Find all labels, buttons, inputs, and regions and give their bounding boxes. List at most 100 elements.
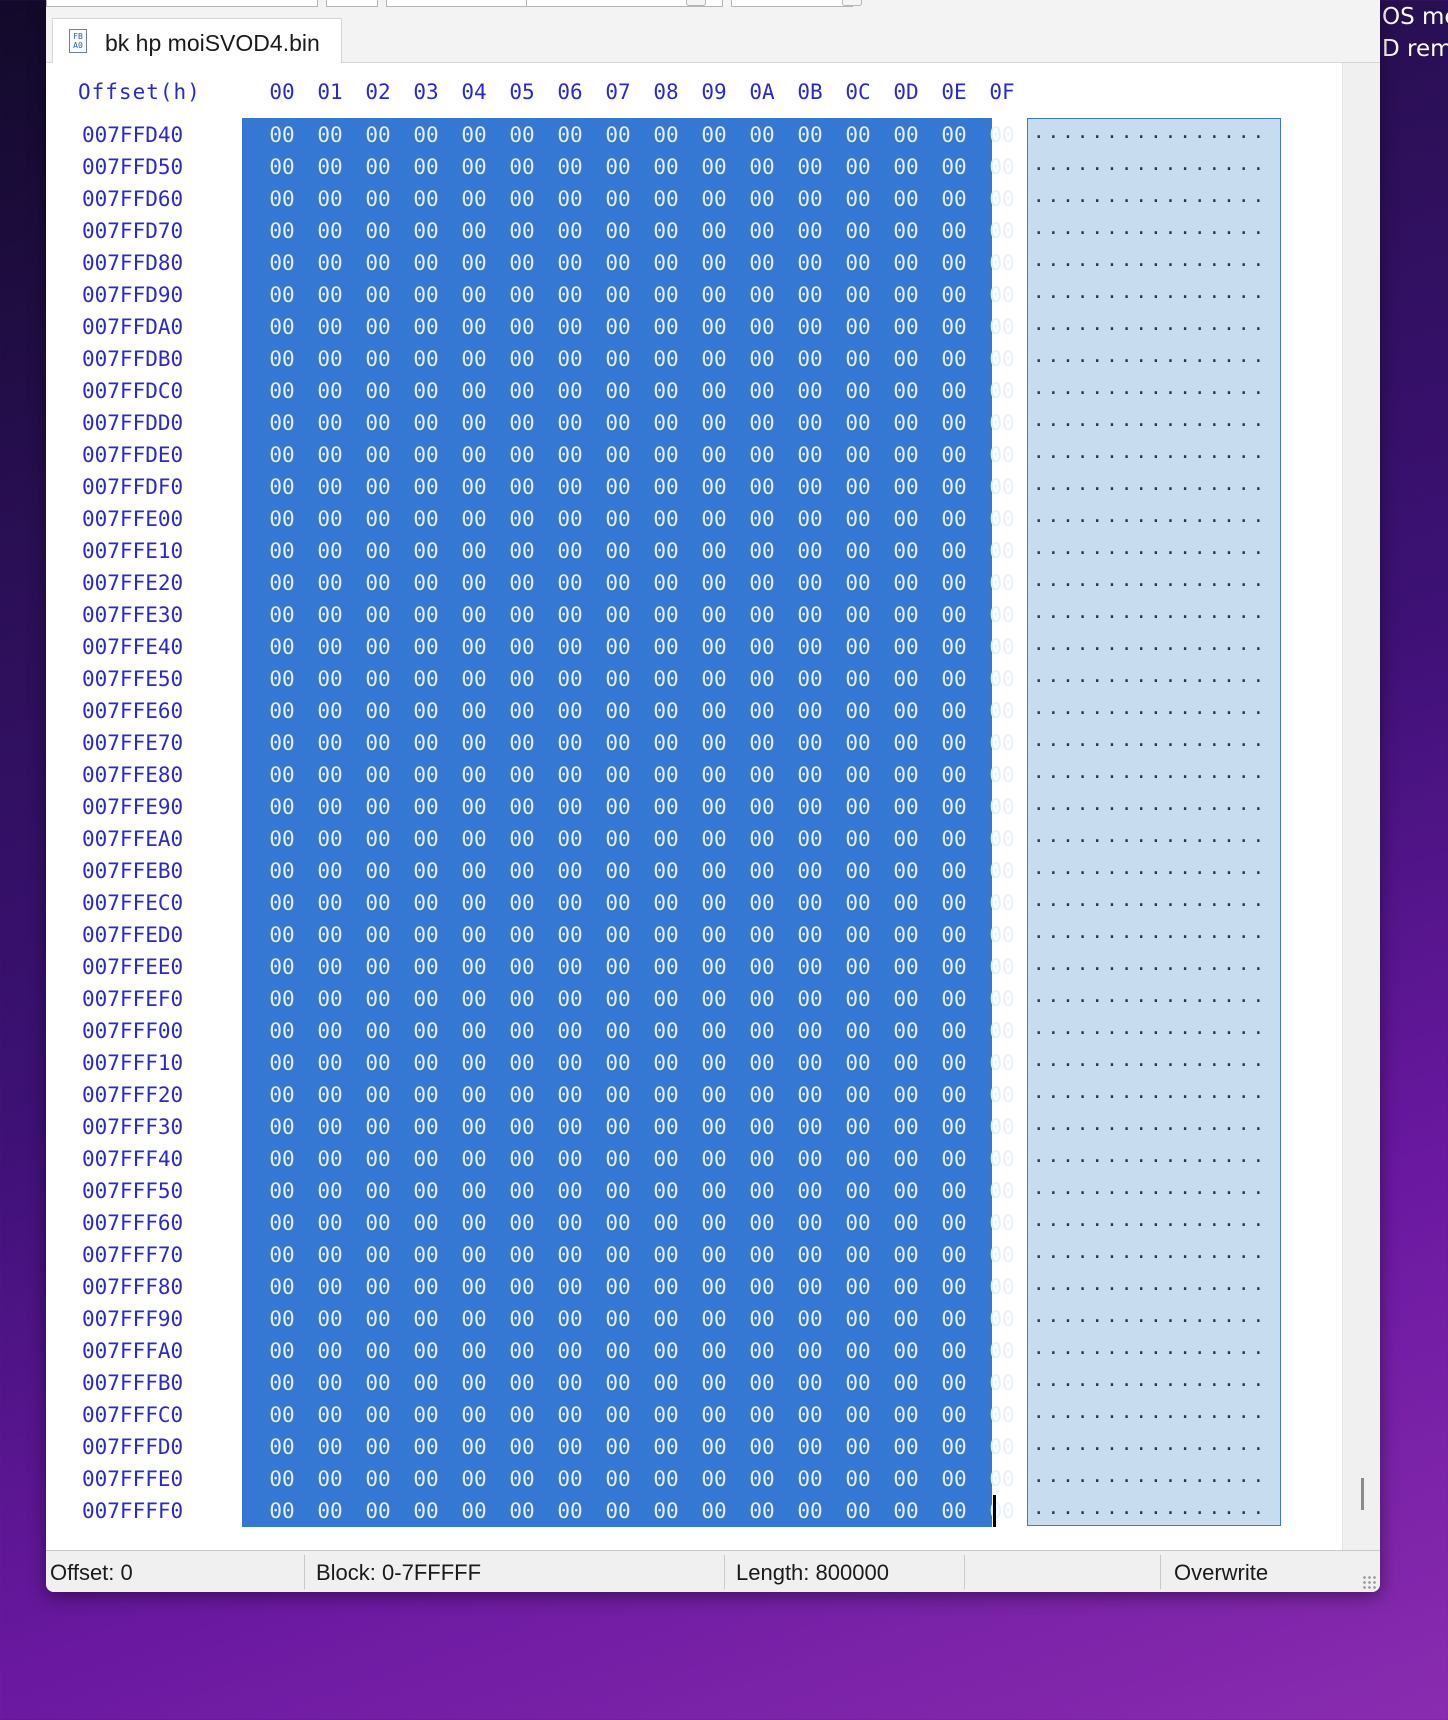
hex-byte-cell[interactable]: 00 bbox=[690, 1147, 738, 1171]
hex-row[interactable]: 007FFEB0 00 00 00 00 00 00 00 00 00 00 00 00 00 00 00 00… bbox=[46, 855, 1342, 887]
hex-byte-cell[interactable]: 00 bbox=[546, 731, 594, 755]
hex-byte-cell[interactable]: 00 bbox=[354, 315, 402, 339]
hex-byte-cell[interactable]: 00 bbox=[306, 795, 354, 819]
hex-byte-cell[interactable]: 00 bbox=[402, 699, 450, 723]
hex-byte-cell[interactable]: 00 bbox=[354, 571, 402, 595]
hex-byte-cell[interactable]: 00 bbox=[306, 1083, 354, 1107]
hex-byte-cell[interactable]: 00 bbox=[786, 731, 834, 755]
hex-byte-cell[interactable]: 00 bbox=[258, 827, 306, 851]
hex-byte-cell[interactable]: 00 bbox=[306, 1435, 354, 1459]
hex-byte-cell[interactable]: 00 bbox=[402, 1147, 450, 1171]
hex-byte-cell[interactable]: 00 bbox=[978, 1019, 1026, 1043]
hex-byte-cell[interactable]: 00 bbox=[786, 507, 834, 531]
hex-byte-cell[interactable]: 00 bbox=[402, 987, 450, 1011]
hex-byte-cell[interactable]: 00 bbox=[882, 507, 930, 531]
hex-byte-cell[interactable]: 00 bbox=[258, 475, 306, 499]
hex-byte-cell[interactable]: 00 bbox=[930, 379, 978, 403]
hex-byte-cell[interactable]: 00 bbox=[834, 1371, 882, 1395]
hex-byte-cell[interactable]: 00 bbox=[306, 923, 354, 947]
hex-byte-cell[interactable]: 00 bbox=[882, 1211, 930, 1235]
hex-byte-cell[interactable]: 00 bbox=[546, 1499, 594, 1523]
hex-byte-cell[interactable]: 00 bbox=[594, 1051, 642, 1075]
hex-row[interactable]: 007FFDB0 00 00 00 00 00 00 00 00 00 00 00 00 00 00 00 00… bbox=[46, 343, 1342, 375]
hex-row[interactable]: 007FFEF0 00 00 00 00 00 00 00 00 00 00 00 00 00 00 00 00… bbox=[46, 983, 1342, 1015]
hex-row[interactable]: 007FFDA0 00 00 00 00 00 00 00 00 00 00 00 00 00 00 00 00… bbox=[46, 311, 1342, 343]
hex-byte-cell[interactable]: 00 bbox=[402, 1051, 450, 1075]
hex-byte-cell[interactable]: 00 bbox=[258, 1499, 306, 1523]
hex-byte-cell[interactable]: 00 bbox=[978, 1083, 1026, 1107]
hex-byte-cell[interactable]: 00 bbox=[786, 1435, 834, 1459]
ascii-text[interactable]: ................ bbox=[1033, 1433, 1277, 1455]
hex-byte-cell[interactable]: 00 bbox=[642, 155, 690, 179]
hex-byte-cell[interactable]: 00 bbox=[834, 699, 882, 723]
hex-byte-cell[interactable]: 00 bbox=[786, 859, 834, 883]
ascii-text[interactable]: ................ bbox=[1033, 921, 1277, 943]
hex-byte-cell[interactable]: 00 bbox=[834, 667, 882, 691]
hex-byte-cell[interactable]: 00 bbox=[738, 603, 786, 627]
hex-byte-cell[interactable]: 00 bbox=[930, 1499, 978, 1523]
hex-byte-cell[interactable]: 00 bbox=[738, 987, 786, 1011]
hex-byte-cell[interactable]: 00 bbox=[642, 1019, 690, 1043]
hex-byte-cell[interactable]: 00 bbox=[306, 443, 354, 467]
hex-byte-cell[interactable]: 00 bbox=[786, 635, 834, 659]
hex-byte-cell[interactable]: 00 bbox=[882, 1147, 930, 1171]
hex-byte-cell[interactable]: 00 bbox=[930, 1371, 978, 1395]
hex-byte-cell[interactable]: 00 bbox=[978, 315, 1026, 339]
hex-byte-cell[interactable]: 00 bbox=[930, 603, 978, 627]
ascii-text[interactable]: ................ bbox=[1033, 1305, 1277, 1327]
hex-byte-cell[interactable]: 00 bbox=[930, 1275, 978, 1299]
hex-byte-cell[interactable]: 00 bbox=[978, 1467, 1026, 1491]
hex-byte-cell[interactable]: 00 bbox=[306, 539, 354, 563]
hex-byte-cell[interactable]: 00 bbox=[834, 603, 882, 627]
hex-byte-cell[interactable]: 00 bbox=[498, 1243, 546, 1267]
hex-byte-cell[interactable]: 00 bbox=[546, 987, 594, 1011]
hex-byte-cell[interactable]: 00 bbox=[690, 1115, 738, 1139]
hex-byte-cell[interactable]: 00 bbox=[450, 1147, 498, 1171]
hex-byte-cell[interactable]: 00 bbox=[738, 763, 786, 787]
hex-byte-cell[interactable]: 00 bbox=[594, 187, 642, 211]
hex-byte-cell[interactable]: 00 bbox=[738, 731, 786, 755]
hex-byte-cell[interactable]: 00 bbox=[642, 123, 690, 147]
hex-byte-cell[interactable]: 00 bbox=[594, 1307, 642, 1331]
resize-grip-icon[interactable] bbox=[1362, 1575, 1376, 1589]
hex-byte-cell[interactable]: 00 bbox=[258, 955, 306, 979]
hex-byte-cell[interactable]: 00 bbox=[546, 923, 594, 947]
hex-byte-cell[interactable]: 00 bbox=[402, 411, 450, 435]
hex-byte-cell[interactable]: 00 bbox=[402, 1243, 450, 1267]
hex-byte-cell[interactable]: 00 bbox=[834, 1499, 882, 1523]
hex-byte-cell[interactable]: 00 bbox=[354, 667, 402, 691]
hex-row[interactable]: 007FFF90 00 00 00 00 00 00 00 00 00 00 00 00 00 00 00 00… bbox=[46, 1303, 1342, 1335]
hex-row[interactable]: 007FFE70 00 00 00 00 00 00 00 00 00 00 00 00 00 00 00 00… bbox=[46, 727, 1342, 759]
hex-byte-cell[interactable]: 00 bbox=[642, 891, 690, 915]
hex-byte-cell[interactable]: 00 bbox=[978, 1403, 1026, 1427]
hex-byte-cell[interactable]: 00 bbox=[546, 667, 594, 691]
hex-byte-cell[interactable]: 00 bbox=[882, 667, 930, 691]
hex-byte-cell[interactable]: 00 bbox=[258, 923, 306, 947]
hex-byte-cell[interactable]: 00 bbox=[738, 219, 786, 243]
hex-byte-cell[interactable]: 00 bbox=[306, 891, 354, 915]
hex-byte-cell[interactable]: 00 bbox=[450, 283, 498, 307]
hex-byte-cell[interactable]: 00 bbox=[498, 1211, 546, 1235]
hex-byte-cell[interactable]: 00 bbox=[738, 955, 786, 979]
hex-byte-cell[interactable]: 00 bbox=[690, 763, 738, 787]
hex-byte-cell[interactable]: 00 bbox=[450, 603, 498, 627]
ascii-text[interactable]: ................ bbox=[1033, 1049, 1277, 1071]
ascii-text[interactable]: ................ bbox=[1033, 249, 1277, 271]
hex-byte-cell[interactable]: 00 bbox=[930, 443, 978, 467]
hex-byte-cell[interactable]: 00 bbox=[882, 443, 930, 467]
hex-byte-cell[interactable]: 00 bbox=[594, 635, 642, 659]
hex-byte-cell[interactable]: 00 bbox=[978, 1211, 1026, 1235]
hex-byte-cell[interactable]: 00 bbox=[354, 1275, 402, 1299]
hex-byte-cell[interactable]: 00 bbox=[498, 1371, 546, 1395]
hex-byte-cell[interactable]: 00 bbox=[354, 1371, 402, 1395]
hex-row[interactable]: 007FFF40 00 00 00 00 00 00 00 00 00 00 00 00 00 00 00 00… bbox=[46, 1143, 1342, 1175]
hex-byte-cell[interactable]: 00 bbox=[450, 315, 498, 339]
hex-byte-cell[interactable]: 00 bbox=[834, 923, 882, 947]
hex-byte-cell[interactable]: 00 bbox=[402, 379, 450, 403]
hex-byte-cell[interactable]: 00 bbox=[978, 1499, 1026, 1523]
hex-byte-cell[interactable]: 00 bbox=[834, 1307, 882, 1331]
hex-byte-cell[interactable]: 00 bbox=[258, 1051, 306, 1075]
hex-byte-cell[interactable]: 00 bbox=[642, 219, 690, 243]
hex-byte-cell[interactable]: 00 bbox=[546, 507, 594, 531]
hex-byte-cell[interactable]: 00 bbox=[690, 1435, 738, 1459]
